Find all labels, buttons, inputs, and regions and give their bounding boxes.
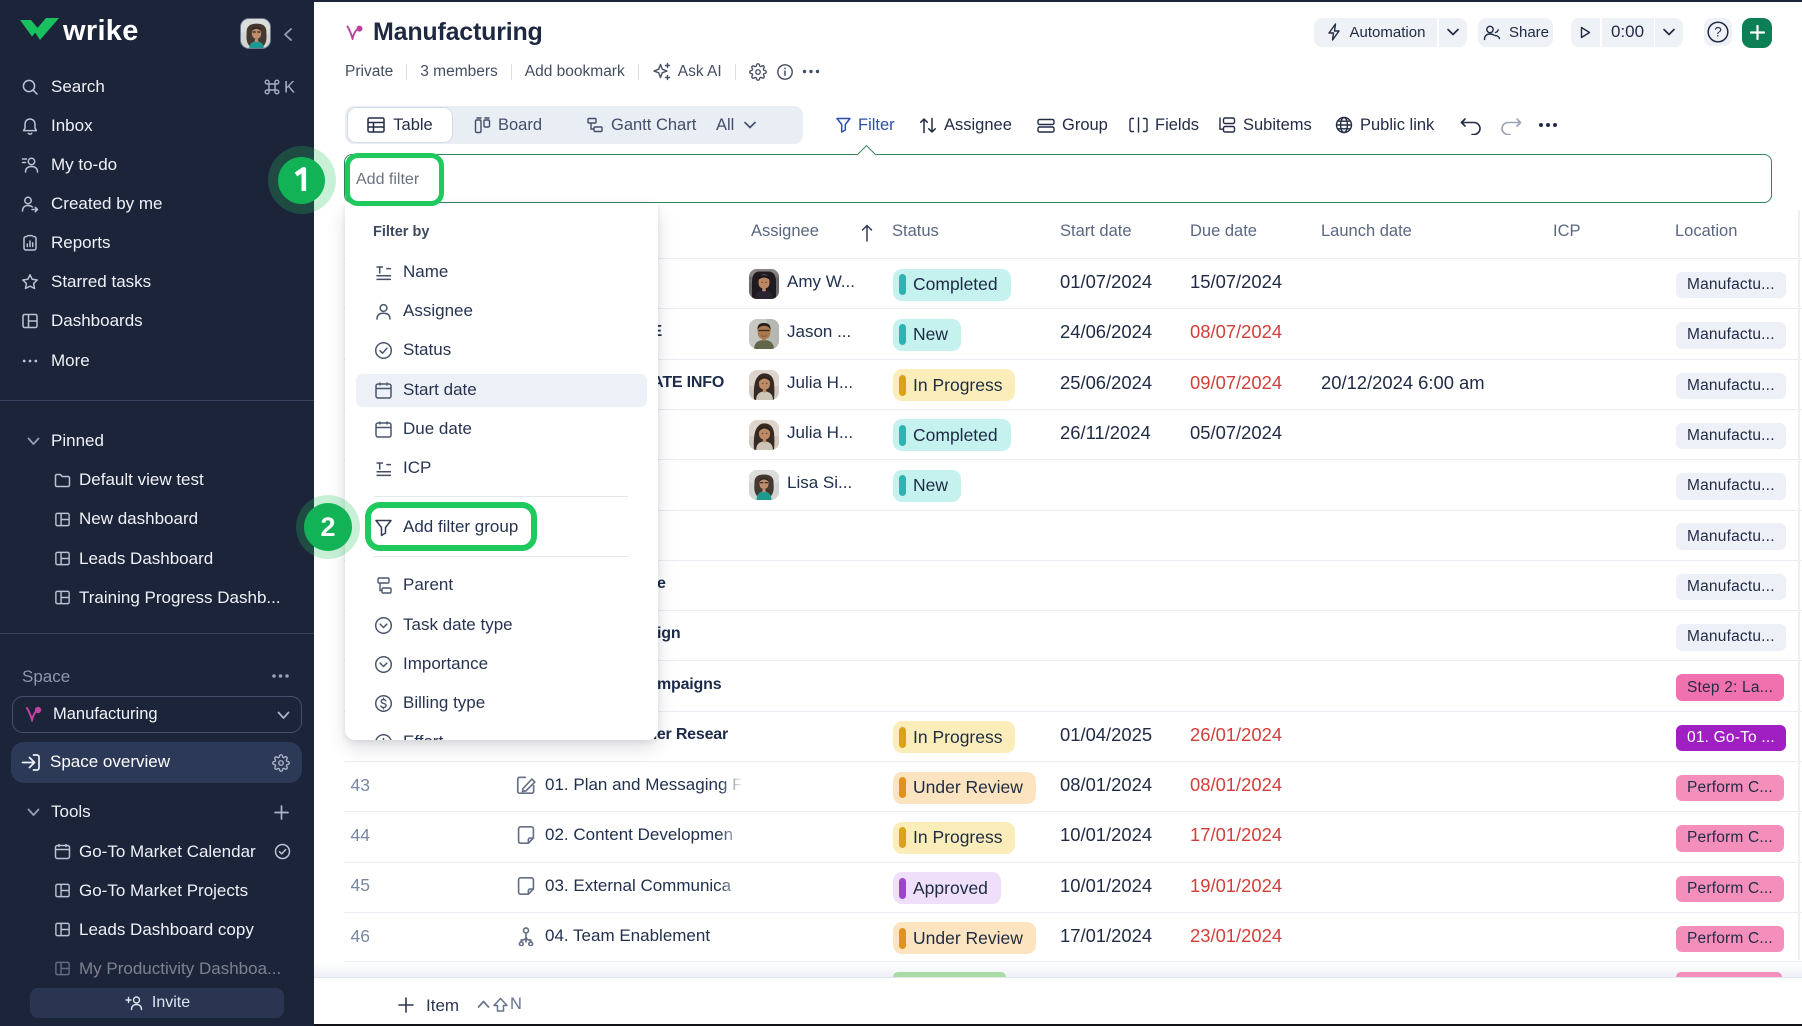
- svg-text:wrike: wrike: [62, 16, 139, 46]
- svg-text:?: ?: [1714, 25, 1722, 40]
- svg-text:K: K: [284, 79, 295, 97]
